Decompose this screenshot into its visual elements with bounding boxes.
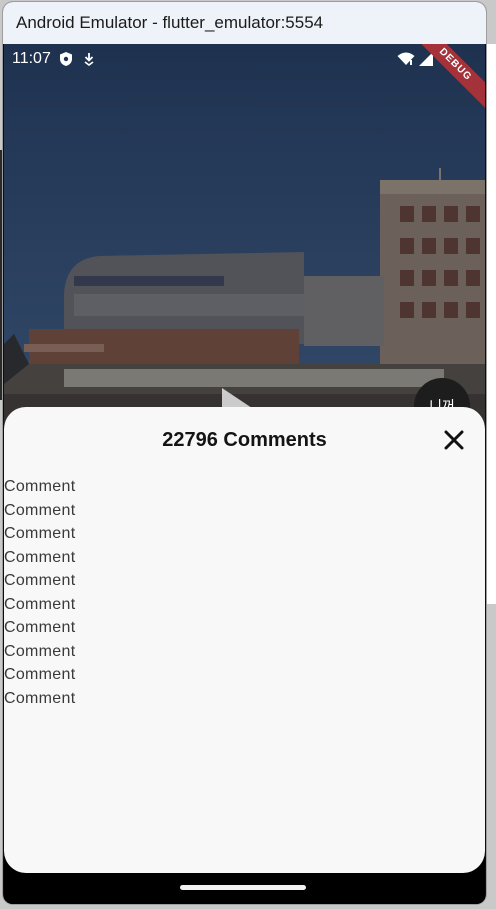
list-item: Comment bbox=[4, 548, 76, 566]
video-frame[interactable] bbox=[4, 44, 485, 424]
comments-sheet: 22796 Comments Comment Comment Comment C… bbox=[4, 407, 485, 873]
list-item: Comment bbox=[4, 619, 76, 636]
desktop-window-edge bbox=[485, 44, 496, 604]
download-icon bbox=[84, 53, 94, 66]
home-gesture-bar[interactable] bbox=[180, 885, 306, 890]
list-item: Comment bbox=[4, 689, 76, 707]
list-item: Comment bbox=[4, 525, 76, 542]
list-item: Comment bbox=[4, 666, 76, 683]
status-time: 11:07 bbox=[12, 50, 51, 67]
comments-count-title: 22796 Comments bbox=[162, 429, 327, 451]
window-title: Android Emulator - flutter_emulator:5554 bbox=[16, 13, 324, 32]
list-item: Comment bbox=[4, 595, 76, 613]
comments-sheet-header: 22796 Comments bbox=[4, 407, 485, 477]
list-item: Comment bbox=[4, 572, 76, 589]
navigation-bar bbox=[4, 873, 485, 904]
list-item: Comment bbox=[4, 501, 76, 519]
list-item: Comment bbox=[4, 478, 76, 495]
emulator-window: Android Emulator - flutter_emulator:5554 bbox=[3, 2, 486, 904]
shield-icon bbox=[59, 52, 72, 66]
window-titlebar[interactable]: Android Emulator - flutter_emulator:5554 bbox=[3, 2, 486, 44]
close-icon bbox=[444, 430, 464, 450]
status-bar: 11:07 bbox=[4, 44, 485, 74]
comment-list: Comment Comment Comment Comment Comment … bbox=[4, 475, 75, 710]
list-item: Comment bbox=[4, 642, 76, 660]
device-screen: 니꺼 11:07 DEBUG 22796 Comments Comment Co… bbox=[4, 44, 485, 904]
wifi-icon bbox=[397, 52, 415, 65]
close-button[interactable] bbox=[441, 427, 467, 453]
